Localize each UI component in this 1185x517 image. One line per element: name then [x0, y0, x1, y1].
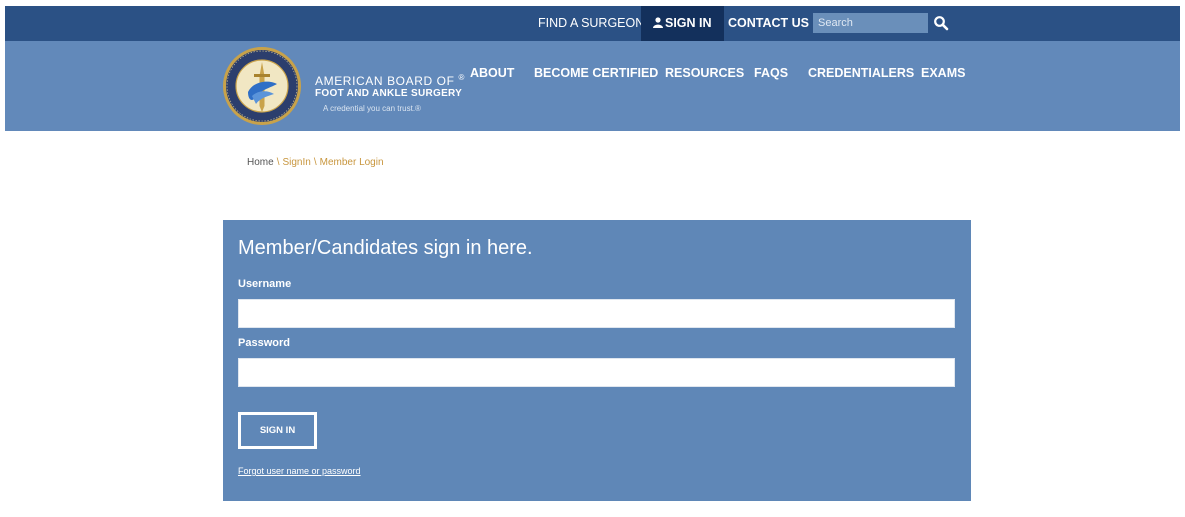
contact-us-link[interactable]: CONTACT US: [728, 6, 809, 41]
search-input[interactable]: [813, 13, 928, 33]
top-utility-bar: FIND A SURGEON SIGN IN CONTACT US: [5, 6, 1180, 41]
brand-line-1: AMERICAN BOARD OF: [315, 74, 455, 88]
breadcrumb-separator: \: [313, 157, 317, 168]
nav-item-resources[interactable]: RESOURCES: [665, 66, 744, 80]
find-surgeon-link[interactable]: FIND A SURGEON: [538, 6, 644, 41]
username-field[interactable]: [238, 299, 955, 328]
search-icon[interactable]: [933, 15, 949, 31]
top-sign-in-label: SIGN IN: [665, 16, 712, 30]
password-field[interactable]: [238, 358, 955, 387]
nav-item-credentialers[interactable]: CREDENTIALERS: [808, 66, 914, 80]
top-sign-in-link[interactable]: SIGN IN: [641, 6, 724, 41]
login-panel: Member/Candidates sign in here. Username…: [223, 220, 971, 501]
username-label: Username: [238, 278, 292, 290]
password-label: Password: [238, 337, 290, 349]
nav-item-about[interactable]: ABOUT: [470, 66, 514, 80]
brand-name[interactable]: AMERICAN BOARD OF ® FOOT AND ANKLE SURGE…: [315, 71, 465, 116]
registered-mark: ®: [458, 73, 465, 82]
nav-item-faqs[interactable]: FAQS: [754, 66, 788, 80]
brand-line-2: FOOT AND ANKLE SURGERY: [315, 88, 463, 99]
person-icon: [653, 17, 663, 28]
breadcrumb-separator: \: [276, 157, 280, 168]
breadcrumb-home[interactable]: Home: [247, 157, 274, 168]
nav-item-become-certified[interactable]: BECOME CERTIFIED: [534, 66, 658, 80]
login-title: Member/Candidates sign in here.: [238, 237, 533, 259]
sign-in-button[interactable]: SIGN IN: [238, 412, 317, 449]
seal-logo-icon[interactable]: [222, 46, 302, 126]
forgot-credentials-link[interactable]: Forgot user name or password: [238, 466, 361, 476]
brand-tagline: A credential you can trust.®: [323, 104, 421, 113]
nav-item-exams[interactable]: EXAMS: [921, 66, 965, 80]
breadcrumb-signin[interactable]: SignIn: [282, 157, 310, 168]
breadcrumb-current: Member Login: [319, 157, 384, 168]
breadcrumb: Home \ SignIn \ Member Login: [247, 157, 384, 168]
main-navigation: AMERICAN BOARD OF ® FOOT AND ANKLE SURGE…: [5, 41, 1180, 131]
